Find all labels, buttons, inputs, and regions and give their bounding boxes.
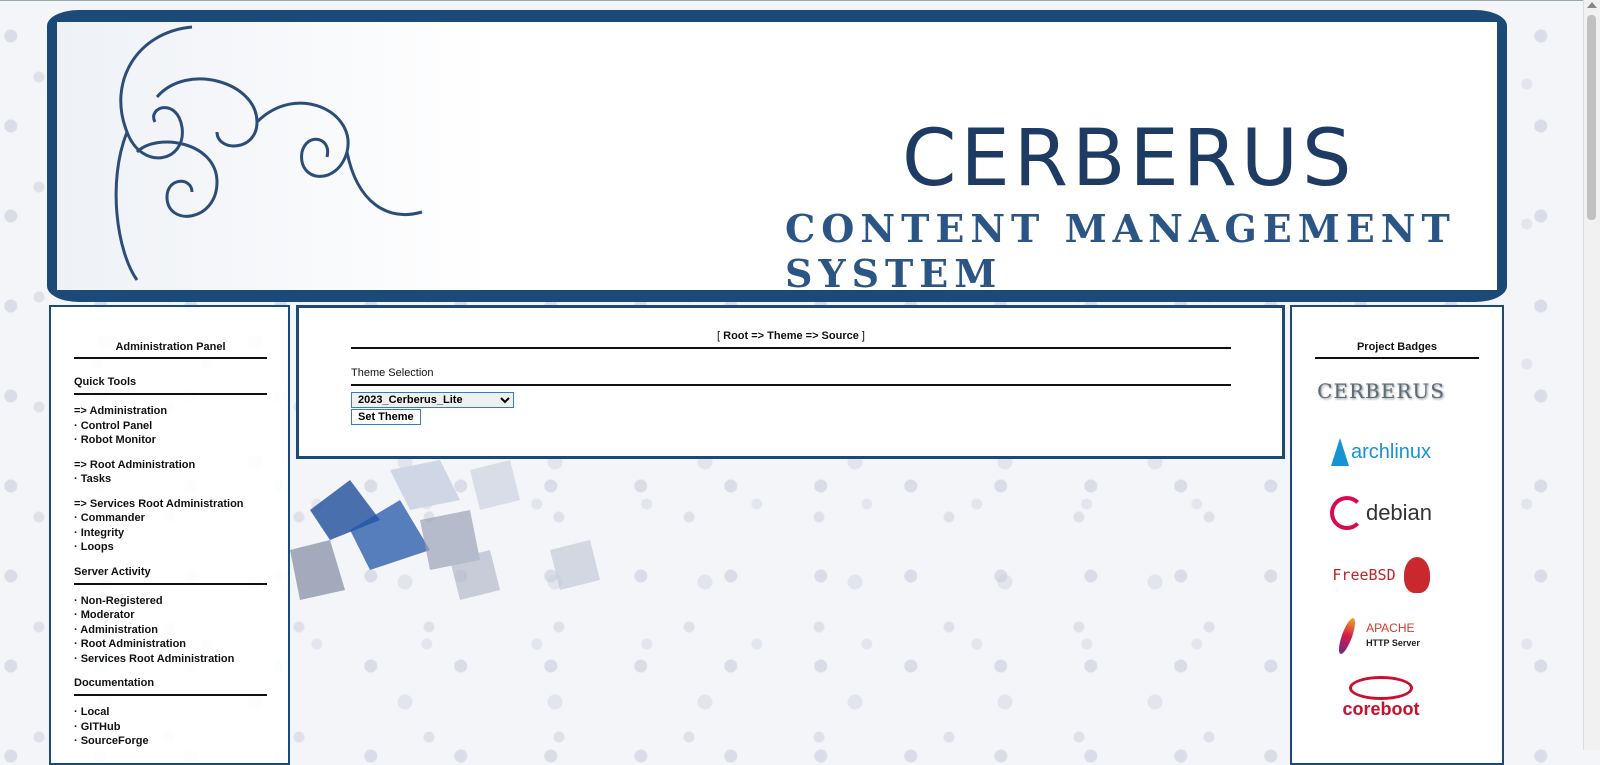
activity-root-administration-link[interactable]: · Root Administration [74,637,267,652]
robot-monitor-link[interactable]: · Robot Monitor [74,433,267,448]
theme-select[interactable]: 2023_Cerberus_Lite [351,392,514,408]
debian-badge-text: debian [1365,500,1433,525]
freebsd-badge[interactable]: FreeBSD [1325,551,1437,599]
cerberus-badge[interactable]: CERBERUS [1317,367,1444,415]
administration-link[interactable]: => Administration [74,404,267,419]
root-administration-link[interactable]: => Root Administration [74,458,267,473]
moderator-link[interactable]: · Moderator [74,608,267,623]
banner-content: CERBERUS CONTENT MANAGEMENT SYSTEM [57,22,1497,290]
debian-badge[interactable]: debian [1325,489,1437,537]
server-activity-heading: Server Activity [74,566,267,585]
project-badges-panel: Project Badges CERBERUS archlinux debian… [1290,305,1504,765]
project-badges-title: Project Badges [1315,341,1479,359]
apache-badge-subtitle: HTTP Server [1366,638,1420,648]
services-root-administration-link[interactable]: => Services Root Administration [74,497,267,512]
set-theme-button[interactable]: Set Theme [351,409,421,425]
breadcrumb: [ Root => Theme => Source ] [351,330,1231,349]
loops-link[interactable]: · Loops [74,540,267,555]
sourceforge-link[interactable]: · SourceForge [74,734,267,749]
header-banner: CERBERUS CONTENT MANAGEMENT SYSTEM [47,10,1507,302]
page-top-border [0,0,1584,1]
coreboot-badge-text: coreboot [1342,699,1420,719]
swirl-logo-icon [114,25,423,281]
activity-services-root-administration-link[interactable]: · Services Root Administration [74,652,267,667]
non-registered-link[interactable]: · Non-Registered [74,594,267,609]
administration-group: => Administration · Control Panel · Robo… [74,404,267,448]
breadcrumb-close: ] [861,330,865,342]
page-scrollbar[interactable] [1583,0,1600,750]
services-root-administration-group: => Services Root Administration · Comman… [74,497,267,555]
root-administration-group: => Root Administration · Tasks [74,458,267,487]
admin-panel: Administration Panel Quick Tools => Admi… [49,305,290,765]
decorative-shards [290,460,600,600]
admin-panel-title: Administration Panel [74,341,267,359]
brand-title: CERBERUS [902,114,1356,204]
freebsd-daemon-icon [1403,557,1430,593]
archlinux-badge[interactable]: archlinux [1325,428,1437,476]
integrity-link[interactable]: · Integrity [74,526,267,541]
debian-swirl-icon [1329,496,1364,530]
quick-tools-heading: Quick Tools [74,376,267,395]
theme-selection-label: Theme Selection [351,367,1231,386]
freebsd-badge-text: FreeBSD [1332,566,1396,584]
breadcrumb-open: [ [717,330,721,342]
tasks-link[interactable]: · Tasks [74,472,267,487]
apache-feather-icon [1335,616,1359,656]
archlinux-badge-text: archlinux [1350,440,1432,463]
commander-link[interactable]: · Commander [74,511,267,526]
control-panel-link[interactable]: · Control Panel [74,419,267,434]
scroll-up-arrow-icon[interactable] [1587,2,1597,8]
cerberus-badge-text: CERBERUS [1317,379,1445,403]
breadcrumb-path: Root => Theme => Source [723,330,859,342]
apache-badge-title: APACHE [1366,621,1415,635]
apache-badge[interactable]: APACHE HTTP Server [1325,612,1437,660]
theme-panel: [ Root => Theme => Source ] Theme Select… [296,305,1285,459]
brand-subtitle: CONTENT MANAGEMENT SYSTEM [785,206,1456,290]
github-link[interactable]: · GITHub [74,720,267,735]
coreboot-rabbit-icon [1349,676,1413,700]
scrollbar-thumb[interactable] [1587,15,1596,220]
activity-administration-link[interactable]: · Administration [74,623,267,638]
coreboot-badge[interactable]: coreboot [1325,673,1437,721]
arch-logo-icon [1330,438,1349,466]
documentation-group: · Local · GITHub · SourceForge [74,705,267,749]
server-activity-group: · Non-Registered · Moderator · Administr… [74,594,267,667]
local-docs-link[interactable]: · Local [74,705,267,720]
documentation-heading: Documentation [74,677,267,696]
